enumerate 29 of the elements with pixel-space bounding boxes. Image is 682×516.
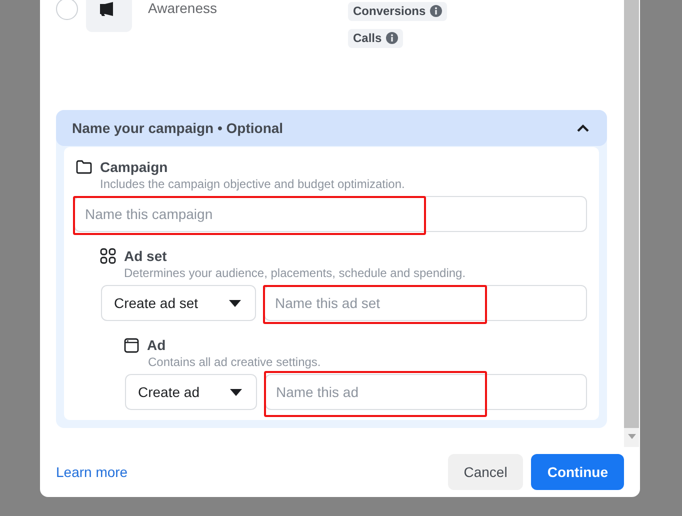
name-field[interactable]: Name this ad set (264, 285, 587, 321)
info-icon (386, 32, 398, 44)
cancel-button[interactable]: Cancel (448, 454, 524, 490)
section-title: Campaign (100, 159, 168, 175)
section-description: Determines your audience, placements, schedule and spending. (124, 266, 467, 280)
section-title: Ad (147, 337, 166, 353)
learn-more-link[interactable]: Learn more (56, 464, 128, 480)
section-description: Contains all ad creative settings. (148, 355, 322, 369)
continue-button[interactable]: Continue (531, 454, 624, 490)
info-icon (430, 5, 442, 17)
radio-button[interactable] (56, 0, 78, 20)
name-field[interactable]: Name this campaign (74, 196, 587, 232)
section-description: Includes the campaign objective and budget optimization. (100, 177, 406, 191)
accordion-header[interactable]: Name your campaign • Optional (56, 110, 607, 146)
chevron-up-icon (577, 124, 589, 132)
window-icon (124, 338, 139, 352)
caret-down-icon (230, 388, 242, 396)
objective-label: Awareness (148, 1, 218, 16)
section-title: Ad set (124, 248, 167, 264)
name-field[interactable]: Name this ad (265, 374, 587, 410)
dropdown[interactable]: Create ad (125, 374, 257, 410)
tag-label: Conversions (353, 4, 426, 18)
caret-down-icon (229, 300, 241, 306)
accordion-title: Name your campaign • Optional (72, 120, 284, 136)
folder-icon (76, 160, 92, 174)
scroll-down-icon[interactable] (628, 434, 636, 439)
tag-label: Calls (353, 31, 382, 45)
dropdown[interactable]: Create ad set (101, 285, 256, 321)
grid-icon (100, 248, 116, 264)
